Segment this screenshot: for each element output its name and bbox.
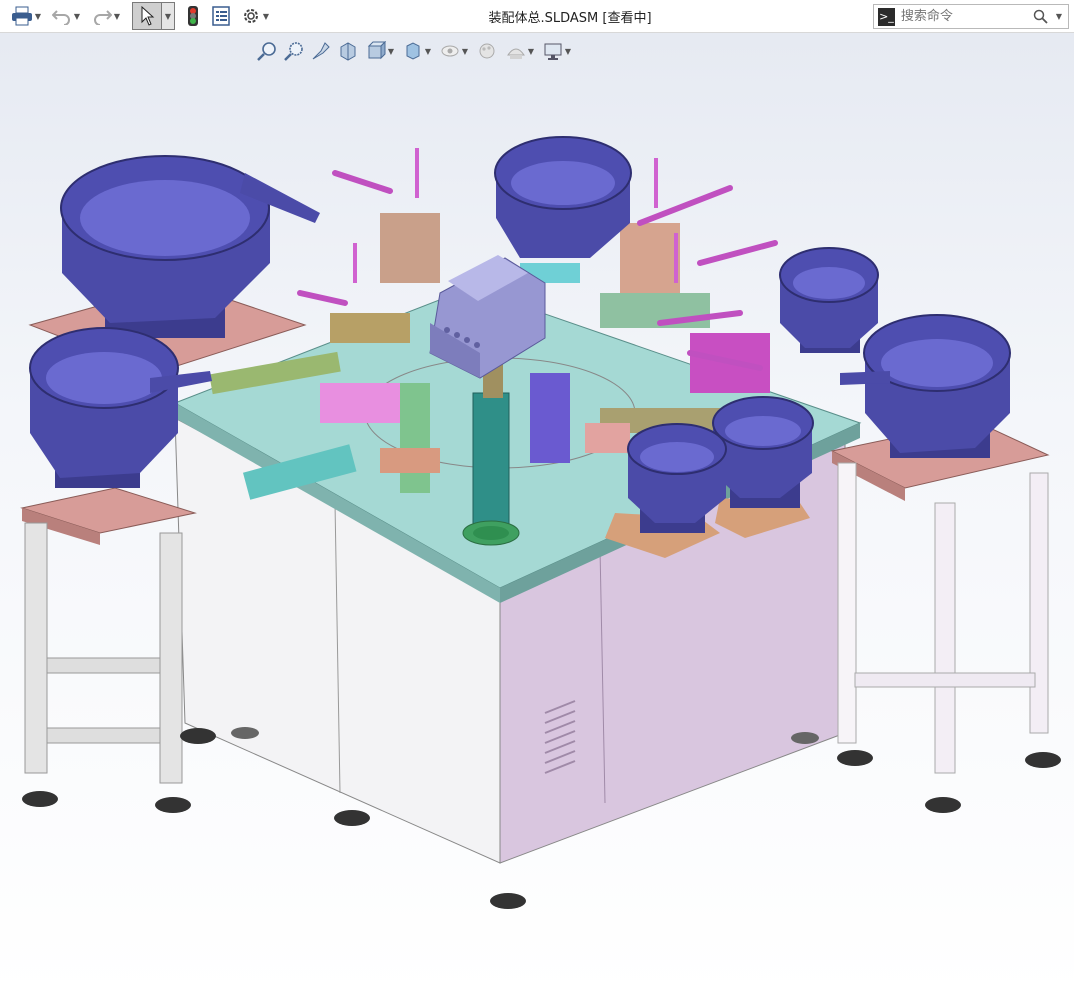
select-dropdown[interactable]: ▼ [162,2,175,30]
redo-icon [93,10,112,25]
vibratory-bowl-feeder-large [60,155,320,338]
options-button[interactable]: ▼ [235,3,275,29]
undo-icon [51,10,70,25]
redo-dropdown-icon[interactable]: ▼ [114,12,120,21]
file-properties-icon [212,6,230,26]
print-dropdown-icon[interactable]: ▼ [35,12,41,21]
select-arrow-icon [141,6,155,26]
print-button[interactable]: ▼ [6,3,46,29]
vibratory-bowl-feeder-back [494,136,632,258]
undo-button[interactable]: ▼ [46,3,86,29]
file-properties-button[interactable] [207,3,235,29]
graphics-area[interactable]: ▼ ▼ ▼ ▼ ▼ [0,33,1074,995]
options-gear-icon [243,9,258,23]
search-dropdown-icon[interactable]: ▼ [1056,12,1062,21]
redo-button[interactable]: ▼ [86,3,126,29]
select-button[interactable] [132,2,162,30]
search-commands-box[interactable]: >_ ▼ [873,4,1069,29]
right-feeder-stand [830,420,1061,813]
document-title: 装配体总.SLDASM [查看中] [488,11,652,26]
search-icon[interactable] [1033,9,1048,25]
vibratory-bowl-feeder-right [840,314,1011,458]
print-icon [11,6,32,26]
select-dropdown-icon: ▼ [164,11,172,21]
vibratory-bowl-feeder-front-right [712,396,814,538]
rebuild-button[interactable] [179,3,207,29]
options-dropdown-icon[interactable]: ▼ [263,12,269,21]
command-prompt-icon: >_ [878,7,895,26]
title-bar: ▼ ▼ ▼ ▼ ▼ 装配体总.SLDASM [查看中] >_ ▼ [0,0,1074,33]
traffic-light-icon [188,6,198,26]
undo-dropdown-icon[interactable]: ▼ [74,12,80,21]
quick-access-toolbar: ▼ ▼ ▼ ▼ ▼ [6,2,275,30]
assembly-model-3d-view[interactable] [0,33,1074,995]
vibratory-bowl-feeder-right-back [779,247,879,353]
search-input[interactable] [898,8,1033,25]
